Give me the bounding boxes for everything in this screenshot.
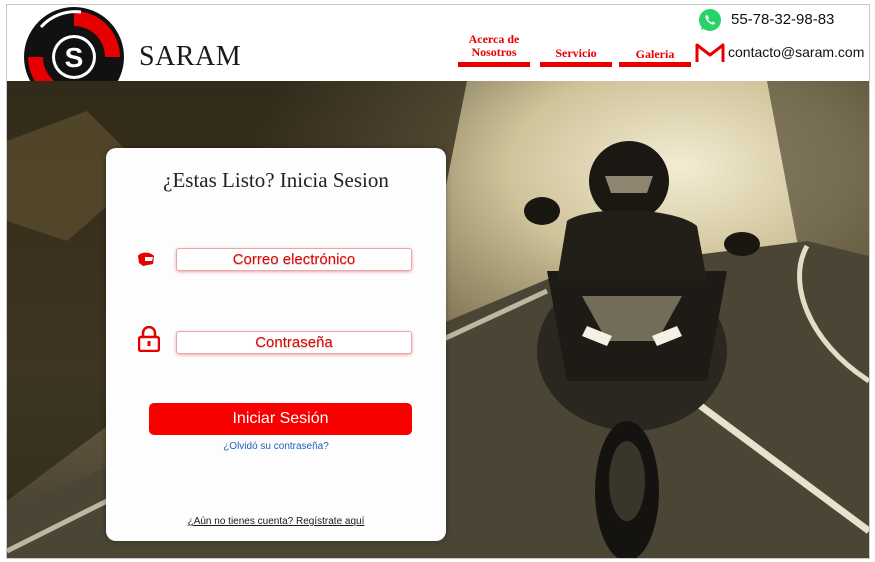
nav-acerca-de-nosotros[interactable]: Acerca de Nosotros: [458, 33, 530, 59]
nav-acerca-line2: Nosotros: [471, 45, 517, 59]
brand-name: SARAM: [139, 41, 242, 72]
gmail-icon[interactable]: [695, 42, 725, 64]
nav-galeria[interactable]: Galeria: [619, 48, 691, 61]
nav-underline: [619, 62, 691, 67]
page-frame: S SARAM Acerca de Nosotros Servicio Gale…: [6, 4, 870, 559]
register-link[interactable]: ¿Aún no tienes cuenta? Regístrate aquí: [106, 516, 446, 527]
logo-letter: S: [65, 42, 84, 73]
password-field[interactable]: Contraseña: [176, 331, 412, 354]
nav-servicio[interactable]: Servicio: [540, 47, 612, 60]
email-address[interactable]: contacto@saram.com: [728, 44, 864, 60]
helmet-icon: [138, 252, 154, 266]
lock-icon: [138, 326, 160, 352]
whatsapp-icon[interactable]: [698, 8, 722, 32]
login-card: ¿Estas Listo? Inicia Sesion Correo elect…: [106, 148, 446, 541]
phone-number[interactable]: 55-78-32-98-83: [731, 11, 834, 28]
nav-underline: [540, 62, 612, 67]
hero-image: ¿Estas Listo? Inicia Sesion Correo elect…: [7, 81, 869, 558]
nav-underline: [458, 62, 530, 67]
email-field[interactable]: Correo electrónico: [176, 248, 412, 271]
login-title: ¿Estas Listo? Inicia Sesion: [163, 168, 389, 192]
forgot-password-link[interactable]: ¿Olvidó su contraseña?: [106, 441, 446, 452]
login-button[interactable]: Iniciar Sesión: [149, 403, 412, 435]
